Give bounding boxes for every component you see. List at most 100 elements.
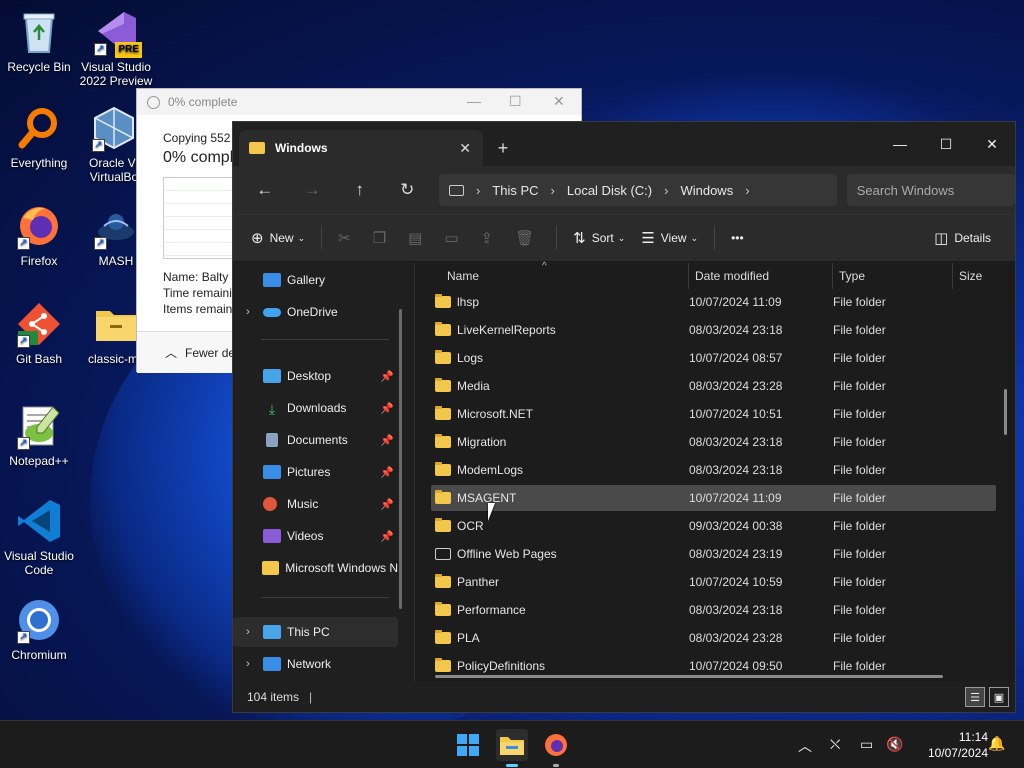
- display-icon[interactable]: ▭: [860, 736, 873, 753]
- nav-scrollbar[interactable]: [399, 309, 402, 609]
- horizontal-scrollbar[interactable]: [435, 675, 943, 678]
- sort-label: Sort: [591, 231, 614, 245]
- desktop-icon-vscode[interactable]: Visual Studio Code: [0, 497, 81, 577]
- breadcrumb-windows[interactable]: Windows: [680, 183, 733, 198]
- nav-item-network[interactable]: › Network: [233, 649, 398, 679]
- column-date-modified[interactable]: Date modified: [689, 263, 833, 289]
- desktop-icon-chromium[interactable]: ↗ Chromium: [0, 596, 81, 662]
- network-disconnected-icon[interactable]: ⛌: [830, 736, 840, 753]
- cut-button[interactable]: ✂: [338, 229, 357, 247]
- more-options-button[interactable]: •••: [731, 231, 744, 245]
- chevron-right-icon[interactable]: ›: [233, 658, 263, 670]
- minimize-icon[interactable]: —: [467, 93, 481, 109]
- details-view-button[interactable]: ☰: [965, 687, 985, 707]
- taskbar-file-explorer[interactable]: [496, 729, 528, 767]
- desktop-icon-recycle-bin[interactable]: Recycle Bin: [0, 8, 81, 74]
- column-size[interactable]: Size: [953, 263, 1013, 289]
- view-button[interactable]: ☰ View ⌄: [641, 229, 698, 247]
- pin-icon[interactable]: 📌: [380, 530, 394, 543]
- nav-divider: [261, 597, 389, 598]
- table-row[interactable]: Offline Web Pages 08/03/2024 23:19 File fo…: [431, 541, 996, 567]
- vertical-scrollbar[interactable]: [1004, 389, 1007, 435]
- download-icon: ⤓: [268, 401, 276, 417]
- taskbar-firefox[interactable]: [540, 729, 572, 767]
- table-row[interactable]: PLA 08/03/2024 23:28 File folder: [431, 625, 996, 651]
- pin-icon[interactable]: 📌: [380, 434, 394, 447]
- breadcrumb-local-disk[interactable]: Local Disk (C:): [567, 183, 652, 198]
- address-bar[interactable]: › This PC › Local Disk (C:) › Windows ›: [438, 174, 837, 206]
- column-name[interactable]: ^ Name: [415, 261, 689, 289]
- view-label: View: [660, 231, 687, 245]
- tiles-view-button[interactable]: ▣: [989, 687, 1009, 707]
- file-date: 08/03/2024 23:19: [689, 547, 783, 561]
- clock-icon: [147, 95, 160, 109]
- desktop-icon-firefox[interactable]: ↗ Firefox: [0, 202, 81, 268]
- table-row[interactable]: Panther 10/07/2024 10:59 File folder: [431, 569, 996, 595]
- pin-icon[interactable]: 📌: [380, 402, 394, 415]
- table-row[interactable]: OCR 09/03/2024 00:38 File folder: [431, 513, 996, 539]
- new-tab-button[interactable]: +: [483, 130, 523, 166]
- up-button[interactable]: ↑: [336, 180, 383, 200]
- maximize-button[interactable]: ☐: [923, 122, 969, 166]
- nav-item-documents[interactable]: Documents 📌: [233, 425, 398, 455]
- minimize-button[interactable]: —: [877, 122, 923, 166]
- table-row[interactable]: lhsp 10/07/2024 11:09 File folder: [431, 289, 996, 315]
- rename-button[interactable]: ▭: [444, 229, 464, 247]
- notification-bell-icon[interactable]: 🔔: [988, 735, 1005, 752]
- table-row[interactable]: Media 08/03/2024 23:28 File folder: [431, 373, 996, 399]
- maximize-icon[interactable]: ☐: [509, 93, 522, 110]
- table-row[interactable]: Migration 08/03/2024 23:18 File folder: [431, 429, 996, 455]
- breadcrumb-this-pc[interactable]: This PC: [492, 183, 538, 198]
- chevron-right-icon[interactable]: ›: [233, 626, 263, 638]
- copy-button[interactable]: ❐: [373, 229, 392, 247]
- clock[interactable]: 11:14 10/07/2024: [928, 729, 988, 761]
- forward-button[interactable]: →: [288, 180, 335, 200]
- table-row[interactable]: MSAGENT 10/07/2024 11:09 File folder: [431, 485, 996, 511]
- file-explorer-window[interactable]: Windows ✕ + — ☐ ✕ ← → ↑ ↻ › This PC › Lo…: [232, 121, 1016, 713]
- details-pane-button[interactable]: ◫ Details: [934, 229, 991, 247]
- nav-item-downloads[interactable]: ⤓ Downloads 📌: [233, 393, 398, 423]
- file-name-cell: Performance: [431, 602, 689, 617]
- pin-icon[interactable]: 📌: [380, 466, 394, 479]
- desktop-icon-everything[interactable]: Everything: [0, 104, 81, 170]
- nav-item-desktop[interactable]: Desktop 📌: [233, 361, 398, 391]
- desktop-icon-git-bash[interactable]: ↗ Git Bash: [0, 300, 81, 366]
- show-hidden-icons-chevron[interactable]: ︿: [798, 736, 812, 756]
- volume-muted-icon[interactable]: 🔇: [886, 736, 903, 753]
- nav-item-pictures[interactable]: Pictures 📌: [233, 457, 398, 487]
- back-button[interactable]: ←: [241, 180, 288, 200]
- chevron-right-icon[interactable]: ›: [233, 306, 263, 318]
- share-button[interactable]: ⇪: [481, 229, 500, 247]
- nav-item-music[interactable]: Music 📌: [233, 489, 398, 519]
- start-button[interactable]: [452, 729, 484, 761]
- refresh-button[interactable]: ↻: [383, 180, 430, 200]
- nav-item-videos[interactable]: Videos 📌: [233, 521, 398, 551]
- sort-button[interactable]: ⇅ Sort ⌄: [573, 229, 625, 247]
- pin-icon[interactable]: 📌: [380, 370, 394, 383]
- nav-item-this-pc[interactable]: › This PC: [233, 617, 398, 647]
- desktop-icon-visual-studio-preview[interactable]: PRE ↗ Visual Studio 2022 Preview: [74, 8, 158, 88]
- close-icon[interactable]: ✕: [553, 93, 565, 110]
- desktop-icon-notepad-plus-plus[interactable]: ↗ Notepad++: [0, 402, 81, 468]
- table-row[interactable]: ModemLogs 08/03/2024 23:18 File folder: [431, 457, 996, 483]
- tab-windows[interactable]: Windows ✕: [239, 130, 483, 166]
- nav-item-gallery[interactable]: Gallery: [233, 265, 398, 295]
- table-row[interactable]: Logs 10/07/2024 08:57 File folder: [431, 345, 996, 371]
- table-row[interactable]: Microsoft.NET 10/07/2024 10:51 File folder: [431, 401, 996, 427]
- new-button[interactable]: ⊕ New ⌄: [251, 229, 305, 247]
- nav-item-microsoft-windows[interactable]: Microsoft Windows N: [233, 553, 398, 583]
- delete-button[interactable]: 🗑: [515, 229, 540, 247]
- search-input[interactable]: Search Windows: [846, 174, 1015, 206]
- pin-icon[interactable]: 📌: [380, 498, 394, 511]
- file-name: LiveKernelReports: [457, 323, 556, 337]
- nav-item-onedrive[interactable]: › OneDrive: [233, 297, 398, 327]
- copy-dialog-titlebar[interactable]: 0% complete — ☐ ✕: [137, 89, 581, 115]
- column-type[interactable]: Type: [833, 263, 953, 289]
- table-row[interactable]: LiveKernelReports 08/03/2024 23:18 File fo…: [431, 317, 996, 343]
- table-row[interactable]: Performance 08/03/2024 23:18 File folder: [431, 597, 996, 623]
- explorer-titlebar[interactable]: Windows ✕ + — ☐ ✕: [233, 122, 1015, 166]
- breadcrumb-chevron-icon[interactable]: ›: [745, 183, 749, 198]
- close-button[interactable]: ✕: [969, 122, 1015, 166]
- tab-close-icon[interactable]: ✕: [459, 140, 471, 157]
- paste-button[interactable]: ▤: [408, 229, 428, 247]
